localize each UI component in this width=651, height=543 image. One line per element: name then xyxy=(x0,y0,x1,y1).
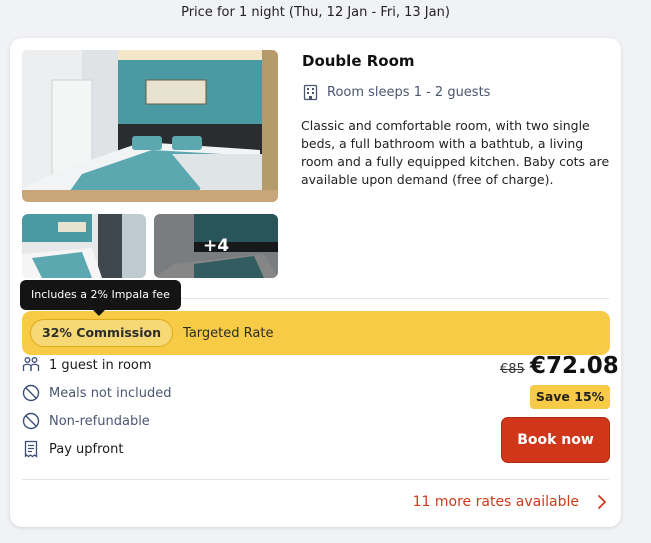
building-icon xyxy=(302,84,319,101)
room-card: +4 Double Room Room sleeps 1 - 2 guests … xyxy=(10,38,621,527)
room-title: Double Room xyxy=(302,52,415,70)
feature-guests: 1 guest in room xyxy=(22,356,152,374)
more-photos-count: +4 xyxy=(154,214,278,278)
feature-label: Meals not included xyxy=(49,385,172,401)
commission-tooltip: Includes a 2% Impala fee xyxy=(20,280,181,316)
rate-banner: 32% Commission Targeted Rate xyxy=(22,311,610,355)
non-refundable-icon xyxy=(22,412,40,430)
feature-refund: Non-refundable xyxy=(22,412,150,430)
room-capacity-label: Room sleeps 1 - 2 guests xyxy=(327,85,491,100)
room-main-photo[interactable] xyxy=(22,50,278,202)
more-rates-label: 11 more rates available xyxy=(412,494,579,510)
divider xyxy=(22,479,609,480)
receipt-icon xyxy=(22,440,40,458)
original-price: €85 xyxy=(500,362,525,377)
room-description: Classic and comfortable room, with two s… xyxy=(301,118,610,187)
more-rates-link[interactable]: 11 more rates available xyxy=(413,494,607,510)
commission-badge[interactable]: 32% Commission xyxy=(30,319,174,347)
feature-meals: Meals not included xyxy=(22,384,171,402)
room-capacity: Room sleeps 1 - 2 guests xyxy=(302,84,490,101)
more-photos-thumbnail[interactable]: +4 xyxy=(154,214,278,278)
guests-icon xyxy=(22,356,40,374)
current-price: €72.08 xyxy=(530,353,619,379)
no-meals-icon xyxy=(22,384,40,402)
feature-label: Pay upfront xyxy=(49,441,124,457)
chevron-right-icon xyxy=(597,494,607,510)
price-note: Price for 1 night (Thu, 12 Jan - Fri, 13… xyxy=(181,5,450,20)
savings-badge: Save 15% xyxy=(530,385,610,409)
book-now-button[interactable]: Book now xyxy=(501,417,610,463)
rate-type-label: Targeted Rate xyxy=(183,325,274,341)
feature-label: 1 guest in room xyxy=(49,357,152,373)
feature-label: Non-refundable xyxy=(49,413,150,429)
feature-payment: Pay upfront xyxy=(22,440,123,458)
room-thumbnail[interactable] xyxy=(22,214,146,278)
